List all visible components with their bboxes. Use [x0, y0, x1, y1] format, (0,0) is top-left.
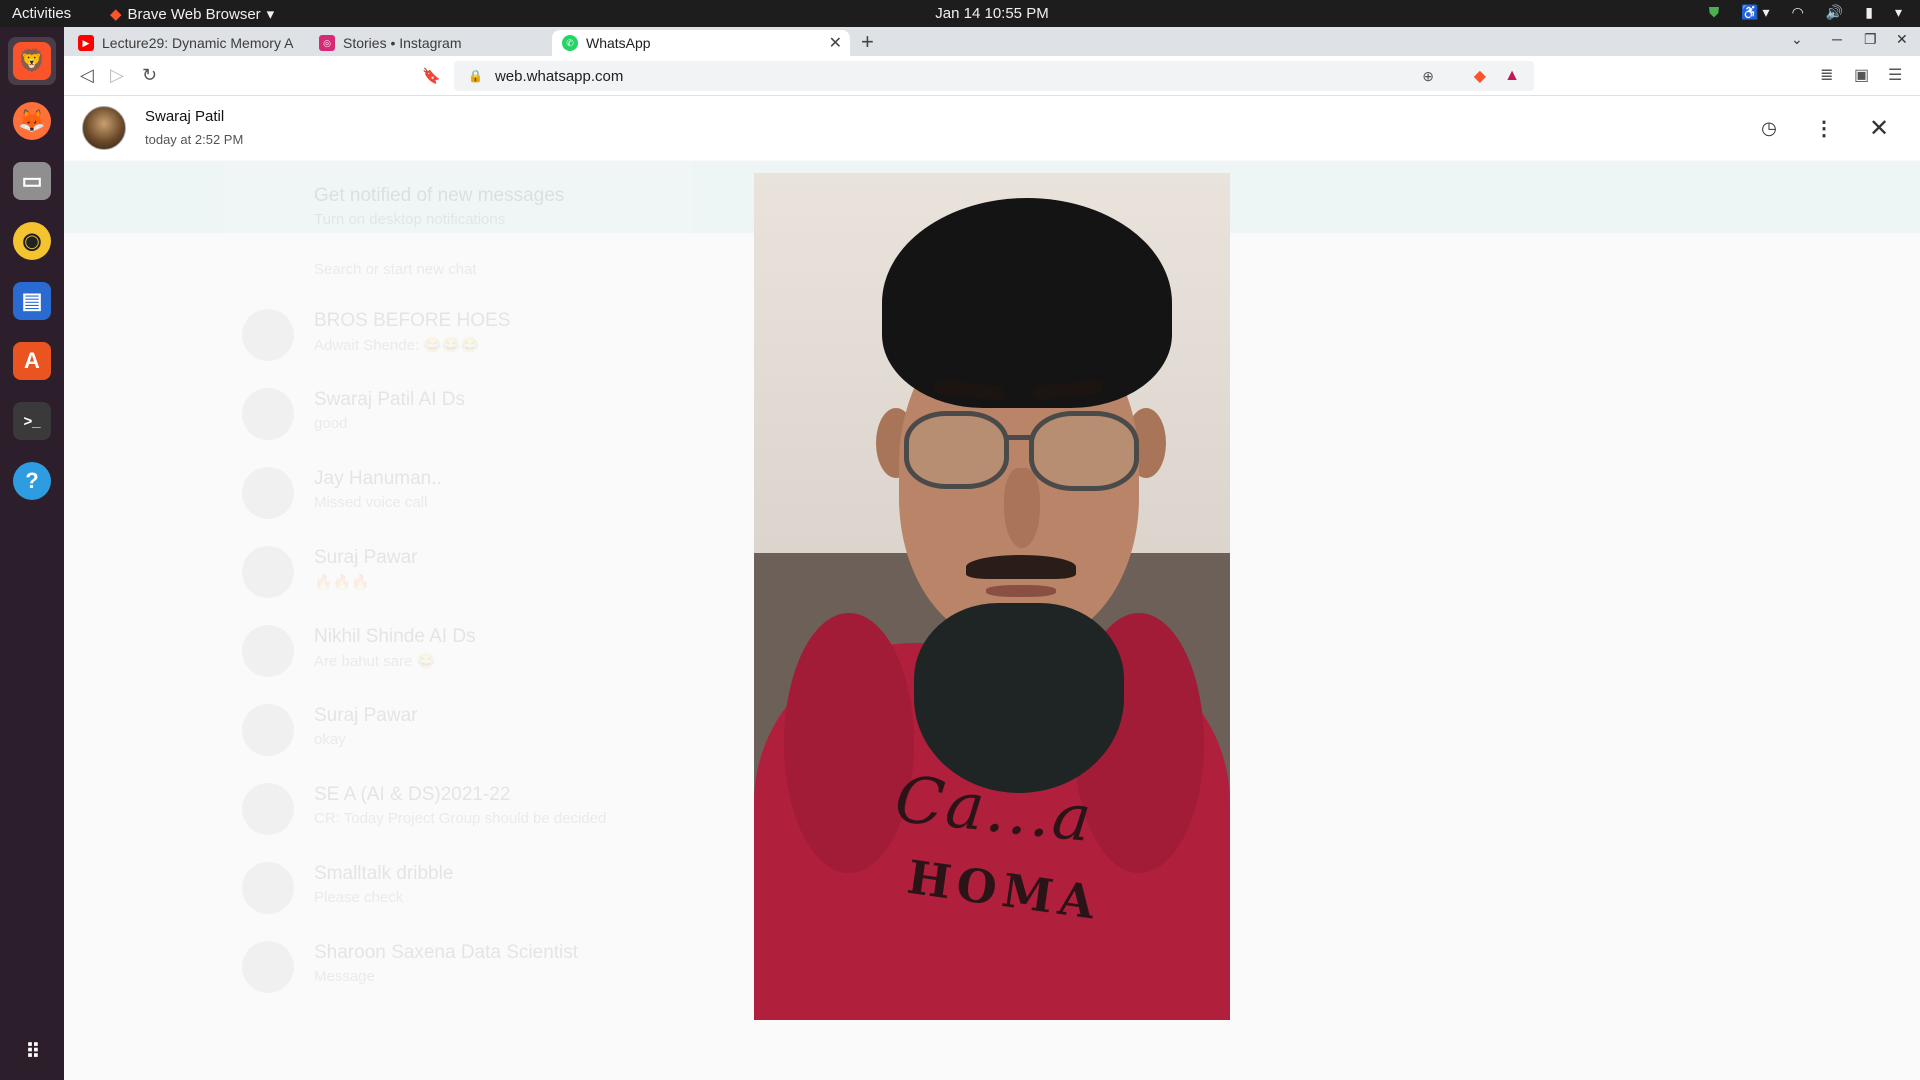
forward-button[interactable]: ▷ — [110, 65, 124, 86]
close-window-button[interactable]: ✕ — [1896, 31, 1908, 48]
notification-banner: Get notified of new messages Turn on des… — [232, 171, 682, 249]
tab-whatsapp[interactable]: ✆ WhatsApp ✕ — [552, 30, 850, 56]
close-icon[interactable]: ✕ — [1867, 115, 1891, 142]
dock: 🦁 🦊 ▭ ◉ ▤ A >_ ? ⠿ — [0, 27, 64, 1080]
dock-item-software[interactable]: A — [8, 337, 56, 385]
chat-list-item: Jay Hanuman.. Missed voice call — [232, 454, 682, 532]
minimize-button[interactable]: ─ — [1832, 31, 1842, 47]
status-time: today at 2:52 PM — [145, 132, 244, 147]
lock-icon: 🔒 — [468, 69, 483, 83]
chat-list-item: SE A (AI & DS)2021-22 CR: Today Project G… — [232, 770, 682, 848]
menu-icon[interactable]: ☰ — [1888, 65, 1902, 85]
dock-item-terminal[interactable]: >_ — [8, 397, 56, 445]
chat-list-item: Smalltalk dribble Please check — [232, 849, 682, 927]
chat-list-item: BROS BEFORE HOES Adwait Shende: 😂😂😂 — [232, 296, 682, 374]
instagram-icon: ◎ — [319, 35, 335, 51]
accessibility-icon: ♿ ▾ — [1741, 4, 1770, 20]
chevron-down-icon: ▾ — [1894, 4, 1902, 20]
whatsapp-icon: ✆ — [562, 35, 578, 51]
shield-icon: ⛊ — [1708, 4, 1720, 20]
address-bar[interactable]: 🔒 web.whatsapp.com ⊕ ◆ ▲ — [454, 61, 1534, 91]
search-placeholder: Search or start new chat — [314, 261, 477, 278]
notification-title: Get notified of new messages — [314, 185, 565, 206]
contact-name[interactable]: Swaraj Patil — [145, 108, 224, 125]
files-icon: ▭ — [13, 162, 51, 200]
reload-button[interactable]: ↻ — [142, 65, 157, 86]
apps-grid-icon: ⠿ — [25, 1040, 41, 1063]
chat-list-item: Swaraj Patil AI Ds good — [232, 375, 682, 453]
tab-title: Lecture29: Dynamic Memory A — [102, 35, 294, 51]
status-viewer-header: Swaraj Patil today at 2:52 PM ◷ ⋮ ✕ — [64, 96, 1920, 160]
restore-button[interactable]: ❐ — [1864, 31, 1877, 48]
tab-youtube[interactable]: ▶ Lecture29: Dynamic Memory A — [68, 30, 305, 56]
tab-strip: ▶ Lecture29: Dynamic Memory A ◎ Stories … — [64, 27, 1920, 56]
chat-sidebar: Get notified of new messages Turn on des… — [222, 161, 692, 1061]
bookmark-icon[interactable]: 🔖 — [422, 67, 441, 85]
youtube-icon: ▶ — [78, 35, 94, 51]
dock-item-brave[interactable]: 🦁 — [8, 37, 56, 85]
tab-title: Stories • Instagram — [343, 35, 462, 51]
help-icon: ? — [13, 462, 51, 500]
wallet-icon[interactable]: ▣ — [1854, 65, 1869, 85]
notification-subtitle: Turn on desktop notifications — [314, 211, 506, 228]
search-row: Search or start new chat — [232, 249, 682, 289]
playlist-icon[interactable]: ≣ — [1820, 65, 1833, 85]
system-top-bar: Activities ◆ Brave Web Browser ▾ Jan 14 … — [0, 0, 1920, 27]
back-button[interactable]: ◁ — [80, 65, 94, 86]
chat-list-item: Suraj Pawar okay — [232, 691, 682, 769]
chat-list-item: Suraj Pawar 🔥🔥🔥 — [232, 533, 682, 611]
rhythmbox-icon: ◉ — [13, 222, 51, 260]
scarf — [914, 603, 1124, 793]
status-photo: Ca...a HOMA — [754, 173, 1230, 1020]
navigation-bar: ◁ ▷ ↻ 🔖 🔒 web.whatsapp.com ⊕ ◆ ▲ ≣ ▣ ☰ — [64, 56, 1920, 96]
close-tab-icon[interactable]: ✕ — [829, 33, 842, 53]
brave-icon: 🦁 — [13, 42, 51, 80]
new-tab-button[interactable]: + — [861, 29, 874, 55]
zoom-icon[interactable]: ⊕ — [1422, 68, 1434, 85]
volume-icon: 🔊 — [1825, 4, 1844, 20]
dock-item-rhythmbox[interactable]: ◉ — [8, 217, 56, 265]
tab-instagram[interactable]: ◎ Stories • Instagram — [309, 30, 549, 56]
dock-item-firefox[interactable]: 🦊 — [8, 97, 56, 145]
show-apps-button[interactable]: ⠿ — [8, 1027, 56, 1075]
clock[interactable]: Jan 14 10:55 PM — [0, 5, 1920, 22]
wifi-icon: ◠ — [1791, 4, 1804, 20]
glasses — [904, 411, 1009, 489]
system-tray[interactable]: ⛊ ♿ ▾ ◠ 🔊 ▮ ▾ — [1709, 4, 1902, 21]
tab-title: WhatsApp — [586, 35, 651, 51]
terminal-icon: >_ — [13, 402, 51, 440]
firefox-icon: 🦊 — [13, 102, 51, 140]
timer-icon[interactable]: ◷ — [1757, 116, 1781, 140]
dock-item-writer[interactable]: ▤ — [8, 277, 56, 325]
brave-rewards-icon[interactable]: ▲ — [1504, 67, 1520, 85]
tab-search-icon[interactable]: ⌄ — [1791, 31, 1803, 48]
writer-icon: ▤ — [13, 282, 51, 320]
dock-item-files[interactable]: ▭ — [8, 157, 56, 205]
software-icon: A — [13, 342, 51, 380]
url-text: web.whatsapp.com — [494, 67, 624, 85]
brave-shields-icon[interactable]: ◆ — [1474, 66, 1486, 86]
more-options-icon[interactable]: ⋮ — [1812, 116, 1836, 140]
hair — [882, 198, 1172, 408]
chat-list-item: Nikhil Shinde AI Ds Are bahut sare 😂 — [232, 612, 682, 690]
chat-list-item: Sharoon Saxena Data Scientist Message — [232, 928, 682, 1006]
avatar[interactable] — [82, 106, 126, 150]
battery-icon: ▮ — [1865, 4, 1873, 20]
dock-item-help[interactable]: ? — [8, 457, 56, 505]
